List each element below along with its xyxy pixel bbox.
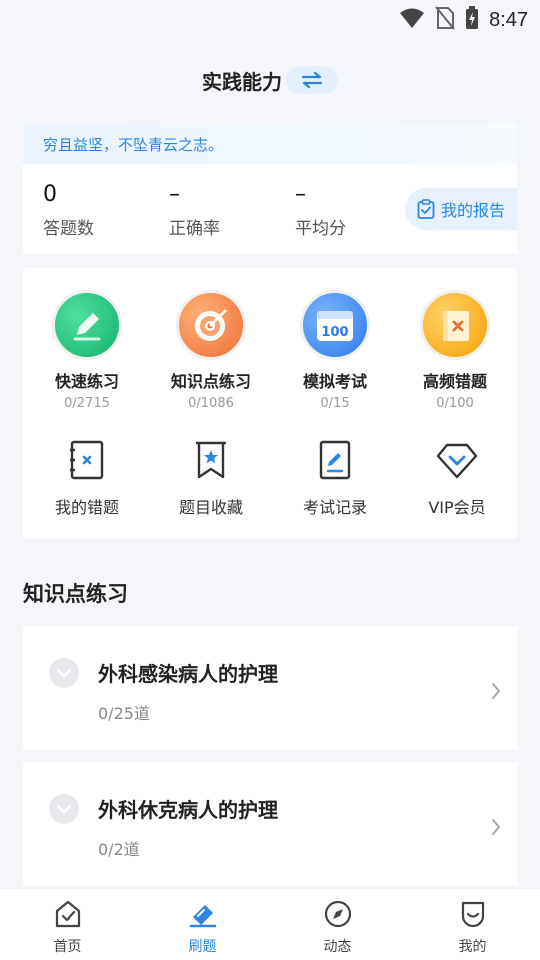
nav-home[interactable]: 首页 [0, 897, 135, 956]
chevron-right-icon [491, 682, 501, 704]
target-icon [176, 290, 246, 360]
stat-value: – [169, 182, 180, 207]
topic-item[interactable]: 外科感染病人的护理 0/25道 [23, 626, 517, 750]
nav-practice[interactable]: 刷题 [135, 897, 270, 956]
nav-feed[interactable]: 动态 [270, 897, 405, 956]
page-title: 实践能力 [202, 69, 282, 94]
status-bar: 8:47 [0, 0, 540, 36]
nav-label: 刷题 [188, 939, 217, 955]
stat-average: – 平均分 [295, 182, 346, 239]
compass-icon [323, 897, 353, 931]
eraser-brush-icon [187, 897, 219, 931]
stat-label: 平均分 [295, 219, 346, 239]
stat-label: 正确率 [169, 219, 220, 239]
motto-text: 穷且益坚，不坠青云之志。 [43, 135, 224, 154]
swap-arrows-icon [301, 71, 323, 89]
pencil-icon [52, 290, 122, 360]
tool-name: VIP会员 [428, 498, 486, 517]
topic-count: 0/2道 [98, 840, 140, 859]
expand-toggle[interactable] [49, 658, 79, 688]
stats-card: 穷且益坚，不坠青云之志。 0 答题数 – 正确率 – 平均分 我的报告 [23, 124, 517, 254]
clipboard-check-icon [417, 199, 435, 219]
topic-count: 0/25道 [98, 704, 150, 723]
stat-value: – [295, 182, 306, 207]
mode-name: 高频错题 [422, 372, 487, 391]
mode-frequent-mistakes[interactable]: 高频错题 0/100 [399, 290, 511, 411]
topic-item[interactable]: 外科休克病人的护理 0/2道 [23, 762, 517, 886]
status-time: 8:47 [489, 8, 528, 31]
profile-smile-icon [458, 897, 488, 931]
mode-name: 快速练习 [54, 372, 119, 391]
home-check-icon [53, 897, 83, 931]
my-report-button[interactable]: 我的报告 [405, 188, 517, 230]
bottom-nav: 首页 刷题 动态 我的 [0, 888, 540, 960]
wrong-note-icon [68, 436, 106, 480]
mode-name: 模拟考试 [302, 372, 367, 391]
tool-name: 题目收藏 [178, 498, 243, 517]
diamond-icon [435, 436, 479, 480]
motto-bar: 穷且益坚，不坠青云之志。 [23, 124, 517, 164]
section-title: 知识点练习 [23, 582, 128, 606]
stat-label: 答题数 [43, 219, 94, 239]
nav-profile[interactable]: 我的 [405, 897, 540, 956]
practice-grid: 快速练习 0/2715 知识点练习 0/1086 100 模拟考试 0/15 高… [23, 268, 517, 538]
stat-accuracy: – 正确率 [169, 182, 220, 239]
battery-charging-icon [465, 6, 479, 34]
mode-quick-practice[interactable]: 快速练习 0/2715 [31, 290, 143, 411]
no-sim-icon [435, 6, 455, 34]
tool-vip-member[interactable]: VIP会员 [401, 436, 513, 518]
mode-mock-exam[interactable]: 100 模拟考试 0/15 [279, 290, 391, 411]
nav-label: 动态 [323, 939, 352, 955]
tool-my-mistakes[interactable]: 我的错题 [31, 436, 143, 518]
tool-exam-records[interactable]: 考试记录 [279, 436, 391, 518]
svg-text:100: 100 [321, 325, 348, 340]
my-report-label: 我的报告 [441, 201, 506, 220]
stat-value: 0 [43, 182, 57, 207]
topic-title: 外科感染病人的护理 [98, 662, 278, 686]
nav-label: 我的 [458, 939, 487, 955]
wrong-book-icon [420, 290, 490, 360]
exam-record-icon [318, 436, 352, 480]
mode-count: 0/15 [320, 396, 350, 411]
mode-name: 知识点练习 [170, 372, 251, 391]
nav-label: 首页 [53, 939, 82, 955]
switch-subject-button[interactable] [286, 66, 338, 94]
mode-knowledge-practice[interactable]: 知识点练习 0/1086 [155, 290, 267, 411]
bookmark-star-icon [193, 436, 229, 480]
topic-title: 外科休克病人的护理 [98, 798, 278, 822]
tool-name: 考试记录 [302, 498, 367, 517]
tool-favorites[interactable]: 题目收藏 [155, 436, 267, 518]
mode-count: 0/1086 [188, 396, 234, 411]
wifi-icon [399, 7, 425, 33]
calendar-100-icon: 100 [300, 290, 370, 360]
header: 实践能力 [0, 60, 540, 100]
chevron-right-icon [491, 818, 501, 840]
mode-count: 0/2715 [64, 396, 110, 411]
chevron-down-icon [56, 668, 72, 678]
expand-toggle[interactable] [49, 794, 79, 824]
chevron-down-icon [56, 804, 72, 814]
stat-answered: 0 答题数 [43, 182, 94, 239]
tool-name: 我的错题 [54, 498, 119, 517]
mode-count: 0/100 [436, 396, 474, 411]
